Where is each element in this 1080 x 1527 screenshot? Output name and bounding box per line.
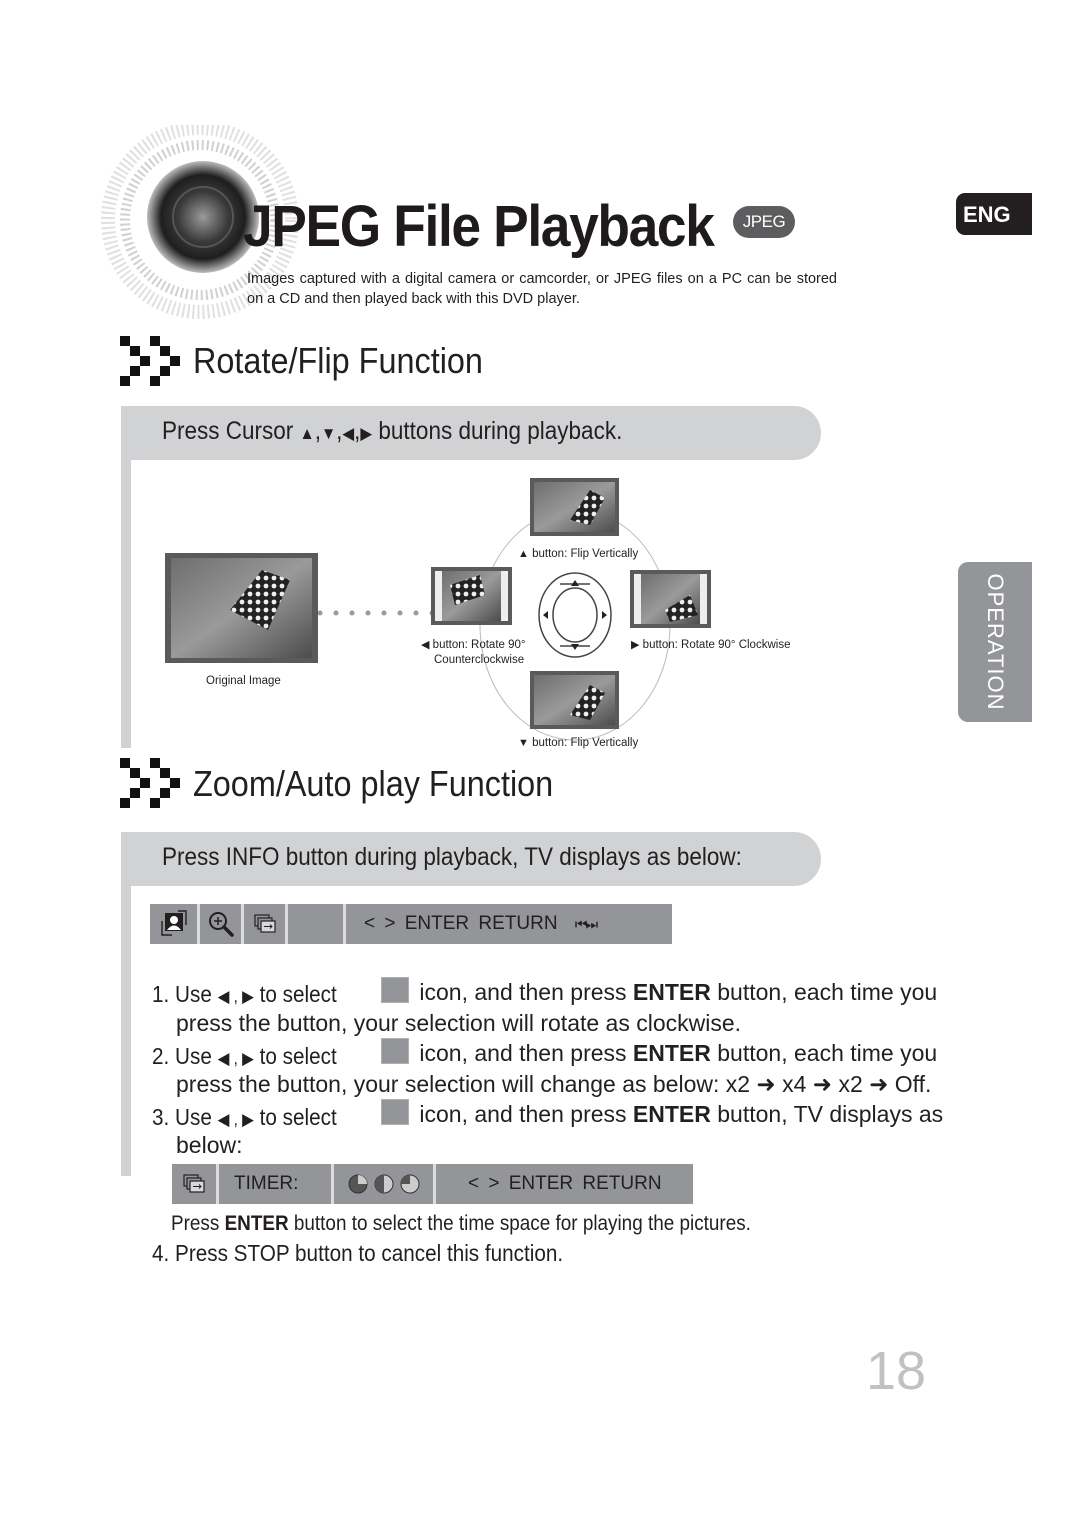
timer-osd-bar: TIMER: < > ENTER RETURN [172,1164,693,1204]
section-arrows-icon [120,758,180,808]
down-caption: ▼ button: Flip Vertically [518,737,639,749]
dotted-connector [317,610,435,616]
down-arrow-icon: ▼ [518,737,529,749]
left-right-arrows: ◀ , ▶ [217,987,254,1006]
jpeg-badge: JPEG [733,206,795,238]
section-side-line [121,886,131,1176]
left-right-arrows: ◀ , ▶ [217,1110,254,1129]
left-arrow-icon: ◀ [421,639,430,651]
flip-down-image [530,671,619,729]
rotate-icon [381,977,409,1003]
timer-label: TIMER: [219,1164,334,1204]
chapter-tab: OPERATION [958,562,1032,722]
original-image [165,553,318,663]
skip-icon: ⏮⏭ [574,916,598,932]
empty-osd-cell [288,904,346,944]
step-1-rest: icon, and then press ENTER button, each … [377,977,937,1008]
language-tab: ENG [956,193,1032,235]
up-arrow-icon: ▲ [299,424,315,443]
step-1-line2: press the button, your selection will ro… [176,1010,742,1036]
original-image-caption: Original Image [206,675,281,687]
step-2-rest: icon, and then press ENTER button, each … [377,1038,937,1069]
chapter-tab-label: OPERATION [983,573,1008,711]
up-caption: ▲ button: Flip Vertically [518,548,639,560]
left-right-arrows: ◀ , ▶ [217,1049,254,1068]
rotate-icon [160,910,187,936]
step-4: 4. Press STOP button to cancel this func… [152,1240,564,1266]
info-osd-bar: < > ENTER RETURN ⏮⏭ [150,904,672,944]
page-number: 18 [866,1341,927,1401]
step-3-rest: icon, and then press ENTER button, TV di… [377,1099,943,1130]
timer-clock-icons [348,1174,419,1194]
osd-nav-text: < > ENTER RETURN ⏮⏭ [364,913,598,934]
intro-text: Images captured with a digital camera or… [247,271,837,307]
rotate-ccw-image [431,567,512,625]
rotate-osd-button[interactable] [150,904,200,944]
rotate-diagram [165,478,711,741]
right-arrow-icon: ▶ [360,424,373,443]
zoom-icon [381,1038,409,1064]
flip-up-image [530,478,619,536]
enter-note: Press ENTER button to select the time sp… [171,1212,751,1235]
right-caption: ▶ button: Rotate 90° Clockwise [631,639,791,651]
slideshow-osd-button[interactable] [244,904,288,944]
step-2-line2: press the button, your selection will ch… [176,1071,932,1097]
rotate-instruction: Press Cursor ▲,▼,◀,▶ buttons during play… [162,417,623,445]
left-arrow-icon: ◀ [342,424,355,443]
zoom-osd-button[interactable] [200,904,244,944]
zoom-instruction: Press INFO button during playback, TV di… [162,843,742,871]
up-arrow-icon: ▲ [518,548,529,560]
timer-nav-text: < > ENTER RETURN [468,1173,662,1194]
section-side-line [121,460,131,748]
page-title: JPEG File Playback [243,194,715,259]
rotate-cw-image [630,570,711,628]
slideshow-osd-button[interactable] [172,1164,219,1204]
slideshow-icon [183,1174,205,1193]
zoom-icon [208,912,234,937]
down-arrow-icon: ▼ [320,424,337,443]
step-3-line2: below: [176,1132,243,1158]
rotate-instruction-bar: Press Cursor ▲,▼,◀,▶ buttons during play… [121,406,821,460]
slideshow-icon [381,1099,409,1125]
left-caption: ◀ button: Rotate 90° Counterclockwise [421,639,526,666]
timer-options[interactable] [334,1164,436,1204]
slideshow-icon [253,914,276,933]
rotate-section-title: Rotate/Flip Function [193,340,483,381]
section-arrows-icon [120,336,180,386]
zoom-instruction-bar: Press INFO button during playback, TV di… [121,832,821,886]
zoom-section-title: Zoom/Auto play Function [193,763,554,804]
right-arrow-icon: ▶ [631,639,640,651]
